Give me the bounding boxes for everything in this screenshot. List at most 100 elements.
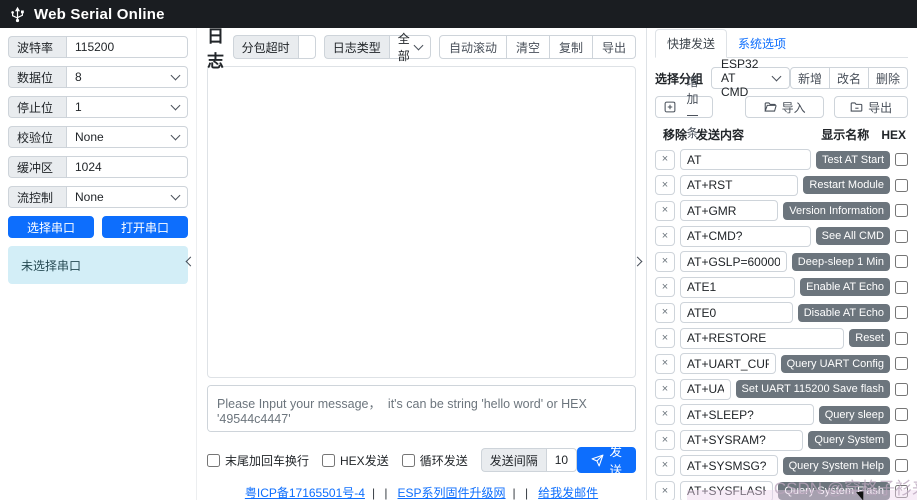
row-hex-checkbox[interactable] bbox=[895, 255, 908, 268]
field-label: 校验位 bbox=[8, 126, 66, 148]
quick-send-command-button[interactable]: Version Information bbox=[783, 202, 890, 220]
remove-row-button[interactable]: × bbox=[655, 277, 675, 297]
row-hex-checkbox[interactable] bbox=[895, 281, 908, 294]
tab-quick-send[interactable]: 快捷发送 bbox=[655, 29, 727, 58]
quick-send-command-button[interactable]: Set UART 115200 Save flash bbox=[736, 380, 890, 398]
quick-send-command-button[interactable]: Enable AT Echo bbox=[800, 278, 890, 296]
loop-send-option[interactable]: 循环发送 bbox=[402, 452, 468, 469]
row-hex-checkbox[interactable] bbox=[895, 459, 908, 472]
field-control[interactable]: 1024 bbox=[66, 156, 188, 178]
autoscroll-button[interactable]: 自动滚动 bbox=[439, 35, 507, 59]
log-type-select[interactable]: 全部 bbox=[389, 35, 431, 59]
row-hex-checkbox[interactable] bbox=[895, 153, 908, 166]
select-port-button[interactable]: 选择串口 bbox=[8, 216, 94, 238]
send-content-input[interactable] bbox=[680, 251, 787, 272]
remove-row-button[interactable]: × bbox=[655, 405, 675, 425]
append-crlf-option[interactable]: 末尾加回车换行 bbox=[207, 452, 309, 469]
send-content-input[interactable] bbox=[680, 149, 811, 170]
quick-send-command-button[interactable]: Deep-sleep 1 Min bbox=[792, 253, 890, 271]
row-hex-checkbox[interactable] bbox=[895, 230, 908, 243]
export-log-button[interactable]: 导出 bbox=[592, 35, 636, 59]
send-content-input[interactable] bbox=[680, 379, 731, 400]
remove-row-button[interactable]: × bbox=[655, 456, 675, 476]
quick-send-command-button[interactable]: See All CMD bbox=[816, 227, 890, 245]
remove-row-button[interactable]: × bbox=[655, 481, 675, 500]
remove-row-button[interactable]: × bbox=[655, 303, 675, 323]
icp-link[interactable]: 粤ICP备17165501号-4 bbox=[245, 486, 365, 500]
row-hex-checkbox[interactable] bbox=[895, 332, 908, 345]
clear-log-button[interactable]: 清空 bbox=[506, 35, 550, 59]
row-hex-checkbox[interactable] bbox=[895, 434, 908, 447]
remove-row-button[interactable]: × bbox=[655, 328, 675, 348]
remove-row-button[interactable]: × bbox=[655, 379, 675, 399]
field-label: 停止位 bbox=[8, 96, 66, 118]
send-content-input[interactable] bbox=[680, 175, 798, 196]
quick-send-command-button[interactable]: Test AT Start bbox=[816, 151, 890, 169]
send-interval-input[interactable] bbox=[555, 453, 569, 467]
remove-row-button[interactable]: × bbox=[655, 252, 675, 272]
open-port-button[interactable]: 打开串口 bbox=[102, 216, 188, 238]
quick-send-command-button[interactable]: Query System bbox=[808, 431, 890, 449]
send-content-input[interactable] bbox=[680, 455, 778, 476]
quick-send-command-button[interactable]: Query System Help bbox=[783, 457, 890, 475]
web-serial-online-app: Web Serial Online 波特率 115200 数据位 8 停止位 1… bbox=[0, 0, 917, 500]
row-hex-checkbox[interactable] bbox=[895, 179, 908, 192]
send-content-input[interactable] bbox=[680, 302, 793, 323]
send-content-input[interactable] bbox=[680, 430, 803, 451]
collapse-sidebar-handle[interactable] bbox=[183, 250, 197, 272]
log-type-label: 日志类型 bbox=[324, 35, 389, 59]
remove-row-button[interactable]: × bbox=[655, 430, 675, 450]
group-rename-button[interactable]: 改名 bbox=[829, 67, 869, 89]
quick-send-command-button[interactable]: Query sleep bbox=[819, 406, 890, 424]
remove-row-button[interactable]: × bbox=[655, 150, 675, 170]
import-button[interactable]: 导入 bbox=[745, 96, 824, 118]
tab-system-options[interactable]: 系统选项 bbox=[727, 30, 797, 57]
remove-row-button[interactable]: × bbox=[655, 175, 675, 195]
email-link[interactable]: 给我发邮件 bbox=[538, 486, 598, 500]
esp-firmware-link[interactable]: ESP系列固件升级网 bbox=[398, 486, 506, 500]
field-control[interactable]: 115200 bbox=[66, 36, 188, 58]
field-control[interactable]: 1 bbox=[66, 96, 188, 118]
group-delete-button[interactable]: 删除 bbox=[868, 67, 908, 89]
field-value: 1 bbox=[75, 100, 82, 114]
row-hex-checkbox[interactable] bbox=[895, 204, 908, 217]
row-hex-checkbox[interactable] bbox=[895, 383, 908, 396]
send-content-input[interactable] bbox=[680, 277, 795, 298]
send-content-input[interactable] bbox=[680, 226, 811, 247]
remove-row-button[interactable]: × bbox=[655, 354, 675, 374]
append-crlf-checkbox[interactable] bbox=[207, 454, 220, 467]
row-hex-checkbox[interactable] bbox=[895, 306, 908, 319]
send-content-input[interactable] bbox=[680, 200, 778, 221]
remove-row-button[interactable]: × bbox=[655, 201, 675, 221]
remove-row-button[interactable]: × bbox=[655, 226, 675, 246]
message-input[interactable] bbox=[207, 385, 636, 432]
quick-send-command-button[interactable]: Disable AT Echo bbox=[798, 304, 890, 322]
send-content-input[interactable] bbox=[680, 328, 844, 349]
export-button[interactable]: 导出 bbox=[834, 96, 908, 118]
field-control[interactable]: 8 bbox=[66, 66, 188, 88]
row-hex-checkbox[interactable] bbox=[895, 408, 908, 421]
group-add-button[interactable]: 新增 bbox=[790, 67, 830, 89]
quick-send-command-button[interactable]: Query System Flash bbox=[778, 482, 890, 500]
send-content-input[interactable] bbox=[680, 481, 773, 500]
group-select[interactable]: ESP32 AT CMD bbox=[711, 67, 790, 89]
field-control[interactable]: None bbox=[66, 126, 188, 148]
hex-send-option[interactable]: HEX发送 bbox=[322, 452, 389, 469]
serial-setting-field: 停止位 1 bbox=[8, 96, 188, 118]
send-content-input[interactable] bbox=[680, 404, 814, 425]
row-hex-checkbox[interactable] bbox=[895, 357, 908, 370]
quick-send-command-button[interactable]: Query UART Config bbox=[781, 355, 890, 373]
loop-send-checkbox[interactable] bbox=[402, 454, 415, 467]
expand-right-panel-handle[interactable] bbox=[630, 250, 644, 272]
field-control[interactable]: None bbox=[66, 186, 188, 208]
quick-send-command-button[interactable]: Reset bbox=[849, 329, 890, 347]
row-hex-checkbox[interactable] bbox=[895, 485, 908, 498]
hex-send-checkbox[interactable] bbox=[322, 454, 335, 467]
quick-send-command-button[interactable]: Restart Module bbox=[803, 176, 890, 194]
send-content-input[interactable] bbox=[680, 353, 776, 374]
chevron-left-icon bbox=[185, 256, 195, 266]
log-output-area[interactable] bbox=[207, 66, 636, 378]
copy-log-button[interactable]: 复制 bbox=[549, 35, 593, 59]
add-row-button[interactable]: 增加一条 bbox=[655, 96, 713, 118]
send-button[interactable]: 发送 bbox=[577, 447, 636, 473]
